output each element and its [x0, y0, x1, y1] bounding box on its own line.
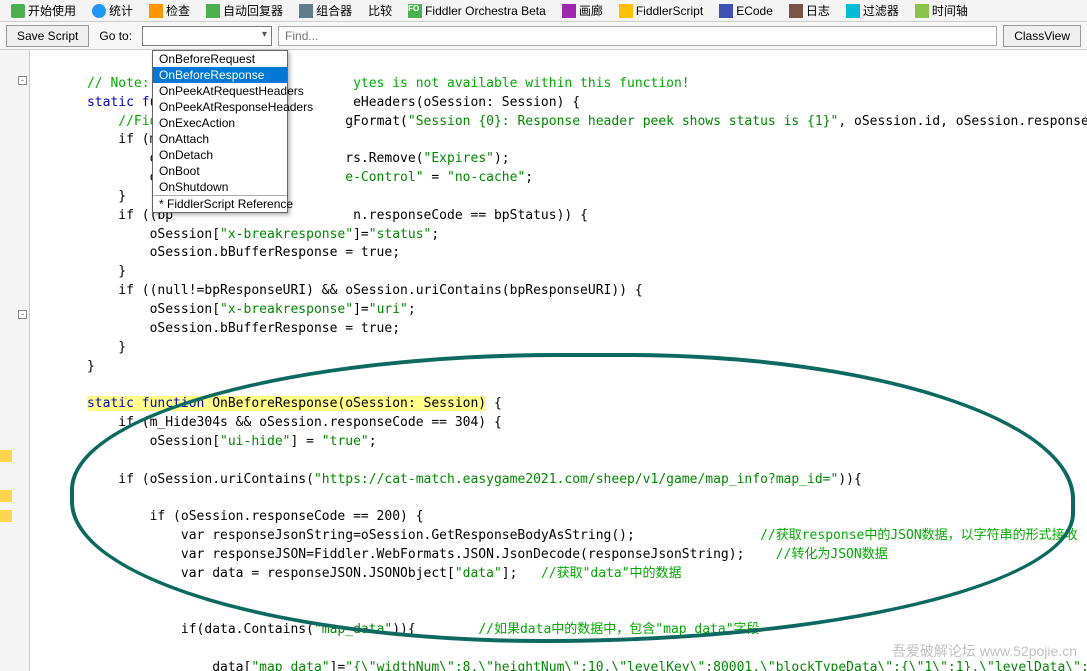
dd-onattach[interactable]: OnAttach	[153, 131, 287, 147]
tab-orchestra[interactable]: FOFiddler Orchestra Beta	[401, 1, 553, 21]
tab-inspectors[interactable]: 检查	[142, 0, 197, 22]
dd-onboot[interactable]: OnBoot	[153, 163, 287, 179]
find-input[interactable]	[278, 26, 997, 46]
timeline-icon	[915, 4, 929, 18]
tab-filters[interactable]: 过滤器	[839, 0, 906, 22]
filter-icon	[846, 4, 860, 18]
replay-icon	[206, 4, 220, 18]
log-icon	[789, 4, 803, 18]
tab-fiddlerscript[interactable]: FiddlerScript	[612, 1, 710, 21]
save-script-button[interactable]: Save Script	[6, 25, 89, 47]
dd-onexecaction[interactable]: OnExecAction	[153, 115, 287, 131]
dd-ondetach[interactable]: OnDetach	[153, 147, 287, 163]
watermark: 吾爱破解论坛 www.52pojie.cn	[892, 641, 1077, 661]
tab-toolbar: 开始使用 统计 检查 自动回复器 组合器 比较 FOFiddler Orches…	[0, 0, 1087, 22]
tab-getting-started[interactable]: 开始使用	[4, 0, 83, 22]
dd-onshutdown[interactable]: OnShutdown	[153, 179, 287, 195]
play-icon	[11, 4, 25, 18]
tab-composer[interactable]: 组合器	[292, 0, 359, 22]
dd-onpeekatrequestheaders[interactable]: OnPeekAtRequestHeaders	[153, 83, 287, 99]
fiddlerscript-icon	[619, 4, 633, 18]
goto-label: Go to:	[95, 29, 136, 43]
tab-timeline[interactable]: 时间轴	[908, 0, 975, 22]
gutter: - -	[0, 50, 30, 671]
gallery-icon	[562, 4, 576, 18]
action-bar: Save Script Go to: ClassView	[0, 22, 1087, 50]
tab-log[interactable]: 日志	[782, 0, 837, 22]
goto-combo[interactable]	[142, 26, 272, 46]
composer-icon	[299, 4, 313, 18]
tab-compare[interactable]: 比较	[361, 0, 399, 22]
fold-icon[interactable]: -	[18, 76, 27, 85]
stats-icon	[92, 4, 106, 18]
tab-ecode[interactable]: ECode	[712, 1, 780, 21]
bookmark-marker	[0, 510, 12, 522]
tab-statistics[interactable]: 统计	[85, 0, 140, 22]
goto-dropdown[interactable]: OnBeforeRequest OnBeforeResponse OnPeekA…	[152, 50, 288, 213]
bookmark-marker	[0, 490, 12, 502]
tab-gallery[interactable]: 画廊	[555, 0, 610, 22]
fo-icon: FO	[408, 4, 422, 18]
tab-autoresponder[interactable]: 自动回复器	[199, 0, 290, 22]
dd-reference[interactable]: * FiddlerScript Reference	[153, 195, 287, 212]
dd-onpeekatresponseheaders[interactable]: OnPeekAtResponseHeaders	[153, 99, 287, 115]
fold-icon[interactable]: -	[18, 310, 27, 319]
bookmark-marker	[0, 450, 12, 462]
dd-onbeforerequest[interactable]: OnBeforeRequest	[153, 51, 287, 67]
inspect-icon	[149, 4, 163, 18]
ecode-icon	[719, 4, 733, 18]
dd-onbeforeresponse[interactable]: OnBeforeResponse	[153, 67, 287, 83]
classview-button[interactable]: ClassView	[1003, 25, 1081, 47]
